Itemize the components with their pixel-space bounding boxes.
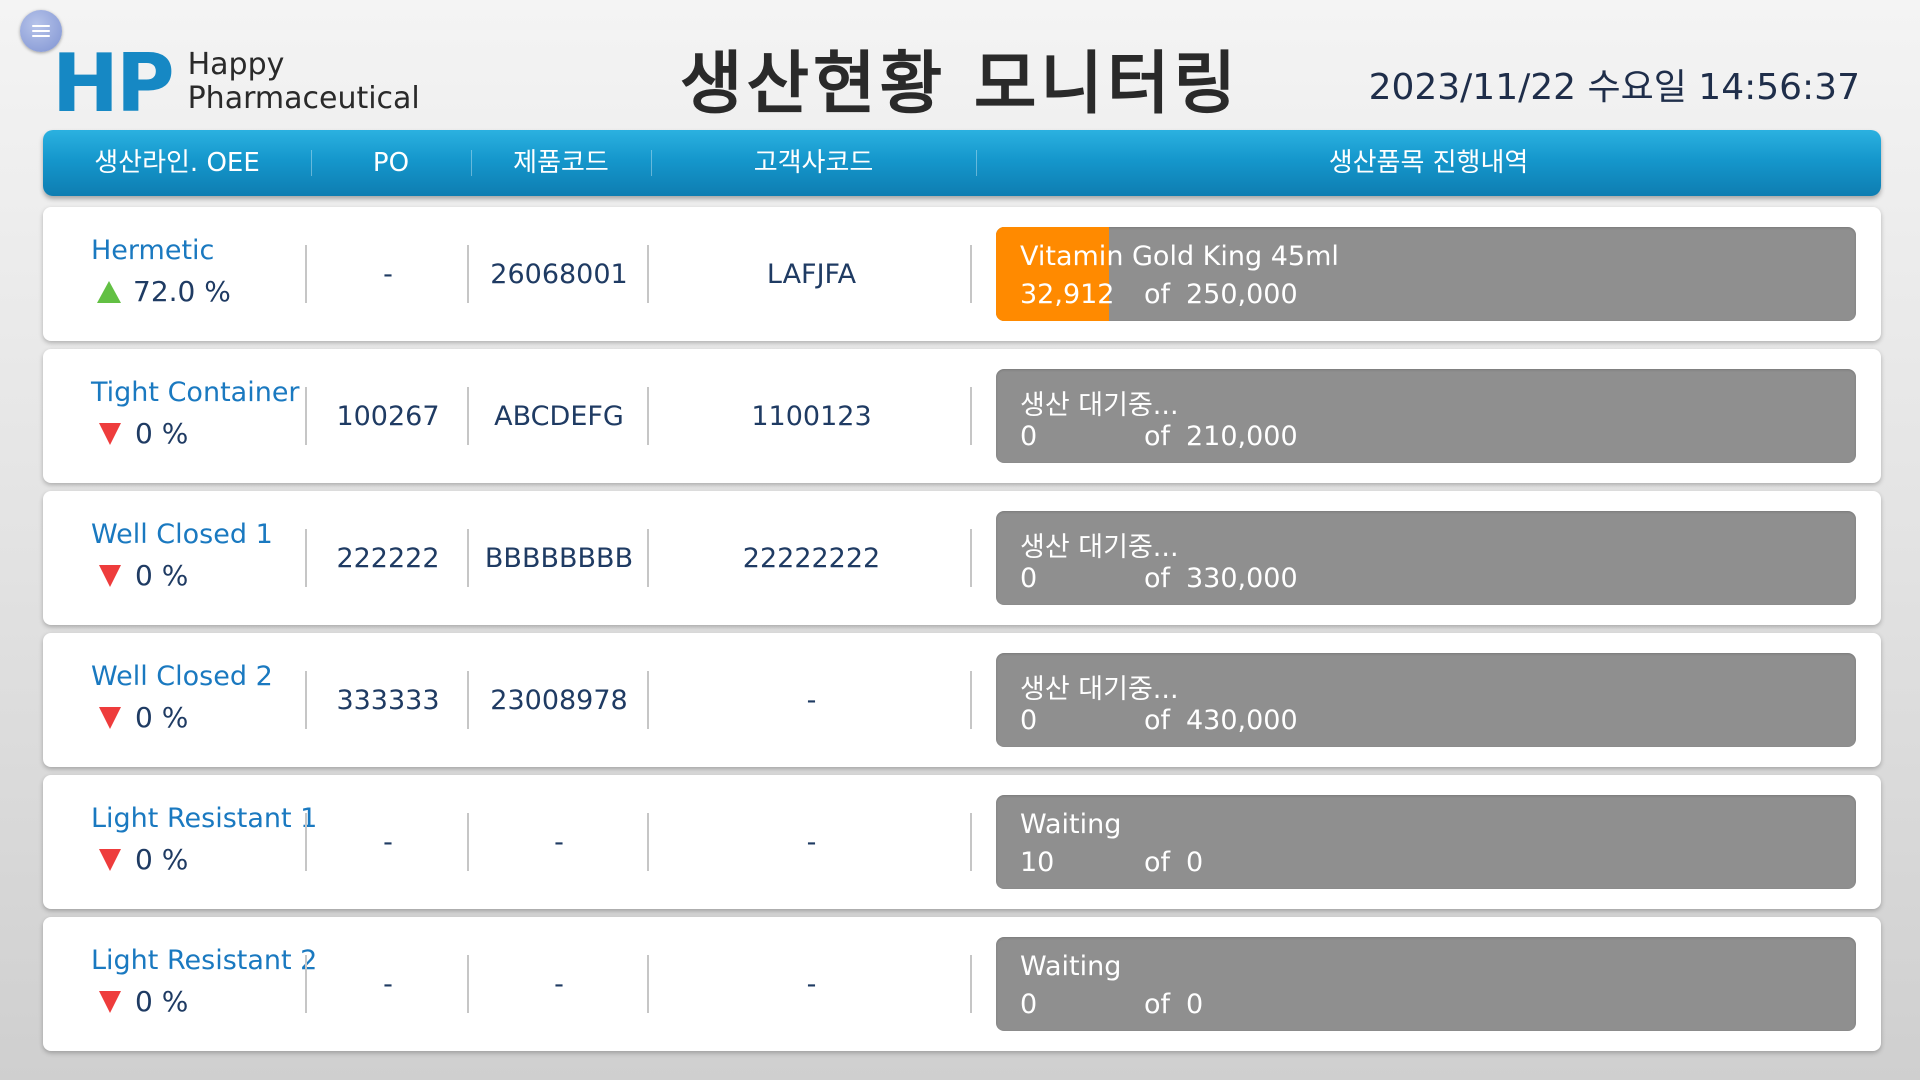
po-value: - xyxy=(383,826,393,858)
of-label: of xyxy=(1144,279,1171,310)
customer-code-value: - xyxy=(806,968,817,1000)
produced-count: 0 xyxy=(1020,705,1038,736)
target-count: 430,000 xyxy=(1186,705,1298,736)
trend-down-icon xyxy=(99,848,121,871)
po-value: - xyxy=(383,258,393,290)
line-name: Hermetic xyxy=(91,235,215,266)
table-header: 생산라인. OEE PO 제품코드 고객사코드 생산품목 진행내역 xyxy=(43,130,1881,196)
target-count: 0 xyxy=(1186,989,1204,1020)
oee-percent: 0 % xyxy=(135,843,189,876)
produced-count: 0 xyxy=(1020,989,1038,1020)
progress-bar: 생산 대기중... 0 of 430,000 xyxy=(996,653,1856,747)
oee-value: 0 % xyxy=(97,559,188,592)
table-row[interactable]: Light Resistant 1 0 % - - - Waiting 10 o… xyxy=(43,775,1881,909)
progress-bar: 생산 대기중... 0 of 210,000 xyxy=(996,369,1856,463)
item-name: Waiting xyxy=(1020,809,1122,840)
datetime-display: 2023/11/22 수요일 14:56:37 xyxy=(1368,67,1860,108)
oee-percent: 72.0 % xyxy=(133,275,231,308)
of-label: of xyxy=(1144,847,1171,878)
product-code-value: 26068001 xyxy=(490,258,628,290)
of-label: of xyxy=(1144,421,1171,452)
produced-count: 0 xyxy=(1020,421,1038,452)
progress-bar: Waiting 0 of 0 xyxy=(996,937,1856,1031)
product-code-value: BBBBBBBB xyxy=(484,542,634,574)
header-customer-code: 고객사코드 xyxy=(753,148,874,178)
target-count: 0 xyxy=(1186,847,1204,878)
table-row[interactable]: Well Closed 2 0 % 333333 23008978 - 생산 대… xyxy=(43,633,1881,767)
header-product-code: 제품코드 xyxy=(513,148,609,178)
table-row[interactable]: Light Resistant 2 0 % - - - Waiting 0 of… xyxy=(43,917,1881,1051)
header-line-oee: 생산라인. OEE xyxy=(94,148,260,178)
customer-code-value: - xyxy=(806,684,817,716)
customer-code-value: - xyxy=(806,826,817,858)
line-name: Light Resistant 2 xyxy=(91,945,318,976)
of-label: of xyxy=(1144,705,1171,736)
oee-value: 0 % xyxy=(97,985,188,1018)
trend-down-icon xyxy=(99,564,121,587)
item-name: 생산 대기중... xyxy=(1020,674,1179,705)
po-value: 333333 xyxy=(336,684,440,716)
customer-code-value: 1100123 xyxy=(751,400,872,432)
produced-count: 32,912 xyxy=(1020,279,1115,310)
produced-count: 10 xyxy=(1020,847,1055,878)
oee-percent: 0 % xyxy=(135,559,189,592)
product-code-value: 23008978 xyxy=(490,684,628,716)
po-value: 222222 xyxy=(336,542,440,574)
oee-percent: 0 % xyxy=(135,985,189,1018)
header-progress: 생산품목 진행내역 xyxy=(1328,148,1529,178)
customer-code-value: 22222222 xyxy=(742,542,881,574)
target-count: 330,000 xyxy=(1186,563,1298,594)
product-code-value: ABCDEFG xyxy=(494,400,624,432)
oee-value: 0 % xyxy=(97,701,188,734)
table-row[interactable]: Hermetic 72.0 % - 26068001 LAFJFA Vitami… xyxy=(43,207,1881,341)
progress-bar: 생산 대기중... 0 of 330,000 xyxy=(996,511,1856,605)
oee-value: 0 % xyxy=(97,417,188,450)
oee-value: 72.0 % xyxy=(97,275,231,308)
trend-down-icon xyxy=(99,422,121,445)
target-count: 250,000 xyxy=(1186,279,1298,310)
table-row[interactable]: Well Closed 1 0 % 222222 BBBBBBBB 222222… xyxy=(43,491,1881,625)
progress-bar: Vitamin Gold King 45ml 32,912 of 250,000 xyxy=(996,227,1856,321)
item-name: 생산 대기중... xyxy=(1020,390,1179,421)
product-code-value: - xyxy=(554,826,564,858)
trend-down-icon xyxy=(99,706,121,729)
line-name: Well Closed 2 xyxy=(91,661,273,692)
product-code-value: - xyxy=(554,968,564,1000)
oee-percent: 0 % xyxy=(135,701,189,734)
line-name: Well Closed 1 xyxy=(91,519,273,550)
line-name: Light Resistant 1 xyxy=(91,803,318,834)
trend-up-icon xyxy=(97,280,121,303)
trend-down-icon xyxy=(99,990,121,1013)
oee-percent: 0 % xyxy=(135,417,189,450)
target-count: 210,000 xyxy=(1186,421,1298,452)
progress-bar: Waiting 10 of 0 xyxy=(996,795,1856,889)
produced-count: 0 xyxy=(1020,563,1038,594)
po-value: 100267 xyxy=(336,400,440,432)
line-name: Tight Container xyxy=(91,377,300,408)
of-label: of xyxy=(1144,989,1171,1020)
table-row[interactable]: Tight Container 0 % 100267 ABCDEFG 11001… xyxy=(43,349,1881,483)
header-po: PO xyxy=(372,148,410,178)
item-name: 생산 대기중... xyxy=(1020,532,1179,563)
of-label: of xyxy=(1144,563,1171,594)
customer-code-value: LAFJFA xyxy=(766,258,857,290)
item-name: Vitamin Gold King 45ml xyxy=(1020,241,1339,272)
item-name: Waiting xyxy=(1020,951,1122,982)
po-value: - xyxy=(383,968,393,1000)
oee-value: 0 % xyxy=(97,843,188,876)
